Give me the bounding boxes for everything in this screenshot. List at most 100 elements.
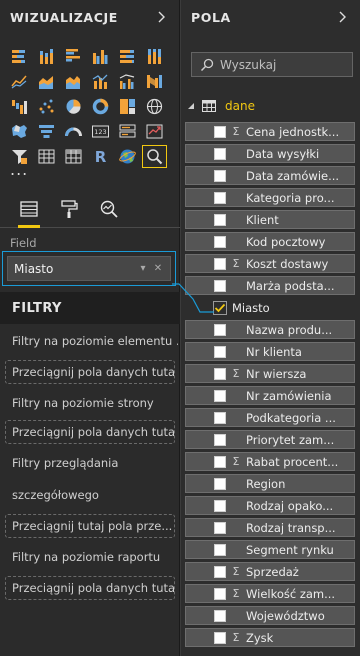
analytics-tab[interactable] xyxy=(94,194,124,224)
table-visual-button[interactable] xyxy=(33,144,60,169)
field-checkbox[interactable] xyxy=(214,521,226,534)
line-column-visual-button[interactable] xyxy=(87,69,114,94)
remove-field-icon[interactable]: ✕ xyxy=(152,263,164,274)
stacked-column-visual-button[interactable] xyxy=(33,44,60,69)
donut-visual-button[interactable] xyxy=(87,94,114,119)
field-chip[interactable]: Miasto ▾ ✕ xyxy=(7,256,171,281)
field-checkbox[interactable] xyxy=(214,499,226,512)
field-row[interactable]: Województwo xyxy=(185,606,355,625)
field-well[interactable]: Miasto ▾ ✕ xyxy=(2,251,176,286)
field-checkbox[interactable] xyxy=(214,477,226,490)
qna-visual-button[interactable] xyxy=(141,144,168,169)
field-row[interactable]: Marża podsta... xyxy=(185,276,355,295)
field-checkbox[interactable] xyxy=(214,543,226,556)
field-row[interactable]: Klient xyxy=(185,210,355,229)
collapse-fields-chevron-icon[interactable] xyxy=(336,10,350,24)
globe-visual-button[interactable] xyxy=(114,144,141,169)
field-row[interactable]: Nazwa produ... xyxy=(185,320,355,339)
field-row[interactable]: Σ Sprzedaż xyxy=(185,562,355,581)
field-checkbox[interactable] xyxy=(214,631,226,644)
field-row[interactable]: Σ Nr wiersza xyxy=(185,364,355,383)
field-checkbox[interactable] xyxy=(214,433,226,446)
field-row[interactable]: Data wysyłki xyxy=(185,144,355,163)
field-checkbox[interactable] xyxy=(214,389,226,402)
field-checkbox[interactable] xyxy=(214,411,226,424)
waterfall-visual-button[interactable] xyxy=(6,94,33,119)
field-checkbox[interactable] xyxy=(214,609,226,622)
field-checkbox[interactable] xyxy=(214,587,226,600)
matrix-visual-button[interactable] xyxy=(60,144,87,169)
r-visual-visual-button[interactable]: R xyxy=(87,144,114,169)
field-row[interactable]: Σ Zysk xyxy=(185,628,355,647)
field-checkbox[interactable] xyxy=(214,191,226,204)
field-row[interactable]: Σ Wielkość zam... xyxy=(185,584,355,603)
100-bar-visual-button[interactable] xyxy=(114,44,141,69)
field-row[interactable]: Σ Rabat procent... xyxy=(185,452,355,471)
field-checkbox[interactable] xyxy=(214,455,226,468)
field-row[interactable]: Miasto xyxy=(187,298,360,317)
field-row[interactable]: Segment rynku xyxy=(185,540,355,559)
treemap-visual-button[interactable] xyxy=(114,94,141,119)
field-checkbox[interactable] xyxy=(214,323,226,336)
search-input[interactable] xyxy=(220,57,340,72)
field-checkbox[interactable] xyxy=(214,345,226,358)
field-row[interactable]: Nr zamówienia xyxy=(185,386,355,405)
multirow-card-visual-button[interactable] xyxy=(114,119,141,144)
field-row[interactable]: Σ Koszt dostawy xyxy=(185,254,355,273)
field-row[interactable]: Region xyxy=(185,474,355,493)
gauge-visual-button[interactable] xyxy=(60,119,87,144)
field-checkbox[interactable] xyxy=(214,367,226,380)
field-row[interactable]: Priorytet zam... xyxy=(185,430,355,449)
field-row[interactable]: Kod pocztowy xyxy=(185,232,355,251)
more-visuals-button[interactable]: ... xyxy=(10,160,28,179)
stacked-area-visual-button[interactable] xyxy=(60,69,87,94)
field-checkbox[interactable] xyxy=(214,169,226,182)
field-row[interactable]: Rodzaj opako... xyxy=(185,496,355,515)
collapse-triangle-icon[interactable] xyxy=(187,102,195,110)
page-level-filters-label: Filtry na poziomie strony xyxy=(12,396,154,410)
filled-map-visual-button[interactable] xyxy=(6,119,33,144)
line-clustered-column-visual-button[interactable] xyxy=(114,69,141,94)
dropdown-arrow-icon[interactable]: ▾ xyxy=(137,263,149,274)
sigma-icon: Σ xyxy=(232,257,240,270)
clustered-column-visual-button[interactable] xyxy=(87,44,114,69)
card-visual-button[interactable]: 123 xyxy=(87,119,114,144)
format-tab[interactable] xyxy=(54,194,84,224)
field-row[interactable]: Data zamówie... xyxy=(185,166,355,185)
ribbon-visual-button[interactable] xyxy=(141,69,168,94)
line-visual-button[interactable] xyxy=(6,69,33,94)
funnel-visual-button[interactable] xyxy=(33,119,60,144)
100-column-visual-button[interactable] xyxy=(141,44,168,69)
field-row[interactable]: Rodzaj transp... xyxy=(185,518,355,537)
kpi-visual-button[interactable] xyxy=(141,119,168,144)
fields-search-box[interactable] xyxy=(191,52,353,77)
visualizations-pane: WIZUALIZACJE 123 R ... Field Miasto ▾ ✕ … xyxy=(0,0,180,656)
drillthrough-drop-zone[interactable]: Przeciągnij tutaj pola prze... xyxy=(5,514,175,538)
matrix-icon xyxy=(65,149,82,164)
field-checkbox[interactable] xyxy=(214,565,226,578)
field-checkbox[interactable] xyxy=(214,235,226,248)
field-name: Segment rynku xyxy=(246,542,334,557)
field-checkbox[interactable] xyxy=(214,125,226,138)
field-row[interactable]: Nr klienta xyxy=(185,342,355,361)
clustered-bar-visual-button[interactable] xyxy=(60,44,87,69)
table-dane[interactable]: dane xyxy=(187,98,255,114)
field-checkbox[interactable] xyxy=(214,213,226,226)
checked-checkbox-icon[interactable] xyxy=(213,300,227,315)
field-row[interactable]: Kategoria pro... xyxy=(185,188,355,207)
page-level-drop-zone[interactable]: Przeciągnij pola danych tutaj xyxy=(5,420,175,444)
pie-visual-button[interactable] xyxy=(60,94,87,119)
field-checkbox[interactable] xyxy=(214,257,226,270)
fields-tab[interactable] xyxy=(14,194,44,228)
field-checkbox[interactable] xyxy=(214,279,226,292)
report-level-drop-zone[interactable]: Przeciągnij pola danych tutaj xyxy=(5,576,175,600)
visual-level-drop-zone[interactable]: Przeciągnij pola danych tutaj xyxy=(5,360,175,384)
map-visual-button[interactable] xyxy=(141,94,168,119)
field-checkbox[interactable] xyxy=(214,147,226,160)
field-row[interactable]: Σ Cena jednostk... xyxy=(185,122,355,141)
collapse-visualizations-chevron-icon[interactable] xyxy=(155,10,169,24)
scatter-visual-button[interactable] xyxy=(33,94,60,119)
stacked-bar-visual-button[interactable] xyxy=(6,44,33,69)
area-visual-button[interactable] xyxy=(33,69,60,94)
field-row[interactable]: Podkategoria ... xyxy=(185,408,355,427)
